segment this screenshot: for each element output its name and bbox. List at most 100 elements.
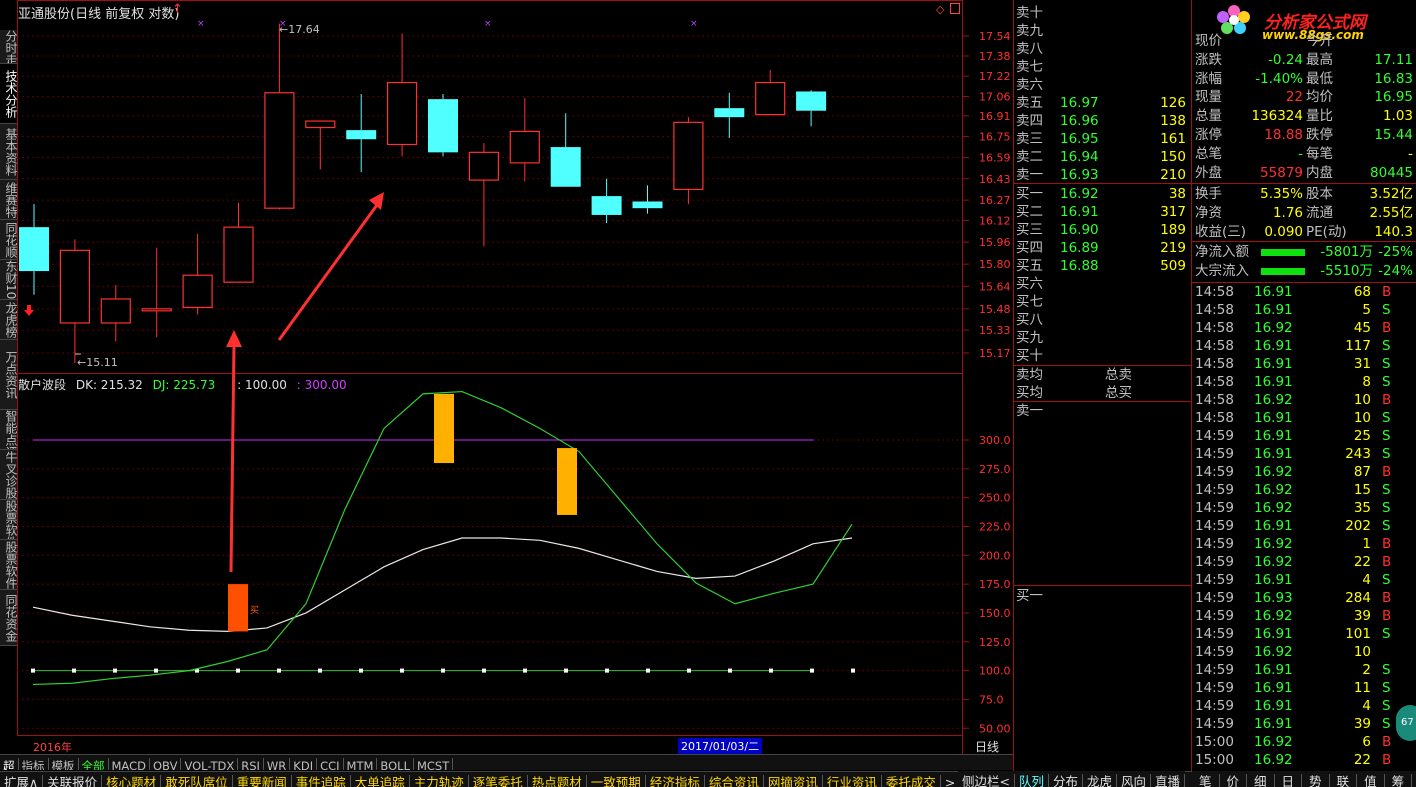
tab-extra[interactable]: 超 bbox=[0, 758, 19, 770]
buy-level-row[interactable]: 买一 16.92 38 bbox=[1013, 185, 1191, 203]
bottom-tab-2[interactable]: 核心题材 bbox=[102, 775, 162, 787]
trade-row[interactable]: 14:59 16.91 25 S bbox=[1192, 427, 1416, 445]
indicator-tab-12[interactable]: MCST bbox=[414, 758, 454, 770]
trade-row[interactable]: 15:00 16.92 22 B bbox=[1192, 751, 1416, 769]
sell-level-row[interactable]: 卖五 16.97 126 bbox=[1013, 94, 1191, 112]
trade-row[interactable]: 14:59 16.92 22 B bbox=[1192, 553, 1416, 571]
sell-level-row[interactable]: 卖六 bbox=[1013, 76, 1191, 94]
period-label[interactable]: 日线 bbox=[975, 738, 999, 755]
bottom-tab-3[interactable]: 敢死队席位 bbox=[161, 775, 233, 787]
trade-tab-4[interactable]: 势 bbox=[1302, 774, 1330, 787]
buy-level-row[interactable]: 买五 16.88 509 bbox=[1013, 257, 1191, 275]
buy-level-row[interactable]: 买八 bbox=[1013, 311, 1191, 329]
sell-level-row[interactable]: 卖七 bbox=[1013, 58, 1191, 76]
left-tab-10[interactable]: 股票软件网 bbox=[0, 500, 17, 540]
sell-level-row[interactable]: 卖十 bbox=[1013, 4, 1191, 22]
left-tab-4[interactable]: 同花顺 bbox=[0, 220, 17, 260]
buy-level-row[interactable]: 买二 16.91 317 bbox=[1013, 203, 1191, 221]
trade-row[interactable]: 14:58 16.92 45 B bbox=[1192, 319, 1416, 337]
left-tab-12[interactable]: 同花资金 bbox=[0, 590, 17, 646]
trade-row[interactable]: 14:58 16.91 10 S bbox=[1192, 409, 1416, 427]
trade-tab-6[interactable]: 值 bbox=[1357, 774, 1385, 787]
indicator-tab-4[interactable]: OBV bbox=[150, 758, 182, 770]
trade-row[interactable]: 14:58 16.91 68 B bbox=[1192, 283, 1416, 301]
left-tab-8[interactable]: 智能点评 bbox=[0, 410, 17, 450]
side-tab-5[interactable]: 直播 bbox=[1151, 774, 1186, 787]
bottom-tab-8[interactable]: 逐笔委托 bbox=[469, 775, 528, 787]
indicator-tab-10[interactable]: MTM bbox=[344, 758, 378, 770]
trade-row[interactable]: 14:59 16.92 10 bbox=[1192, 643, 1416, 661]
left-tab-3[interactable]: 维赛特 bbox=[0, 180, 17, 220]
left-tab-2[interactable]: 基本资料 bbox=[0, 124, 17, 180]
trade-row[interactable]: 14:59 16.92 87 B bbox=[1192, 463, 1416, 481]
trade-tab-0[interactable]: 笔 bbox=[1192, 774, 1220, 787]
bottom-tab-15[interactable]: 委托成交 bbox=[882, 775, 941, 787]
bottom-tab-14[interactable]: 行业资讯 bbox=[823, 775, 882, 787]
sell-level-row[interactable]: 卖一 16.93 210 bbox=[1013, 166, 1191, 184]
left-tab-11[interactable]: 股票软件 bbox=[0, 540, 17, 590]
trade-row[interactable]: 14:59 16.91 101 S bbox=[1192, 625, 1416, 643]
buy1-queue[interactable]: 买一 bbox=[1013, 587, 1191, 605]
bottom-tab-9[interactable]: 热点题材 bbox=[528, 775, 587, 787]
trade-row[interactable]: 14:59 16.91 39 S bbox=[1192, 715, 1416, 733]
sell1-queue[interactable]: 卖一 bbox=[1013, 402, 1191, 420]
left-tab-5[interactable]: 东财10 bbox=[0, 260, 17, 300]
trade-row[interactable]: 14:59 16.91 4 S bbox=[1192, 697, 1416, 715]
trade-row[interactable]: 14:59 16.91 202 S bbox=[1192, 517, 1416, 535]
indicator-tab-11[interactable]: BOLL bbox=[377, 758, 414, 770]
indicator-tab-5[interactable]: VOL-TDX bbox=[181, 758, 239, 770]
bottom-tab-11[interactable]: 经济指标 bbox=[646, 775, 705, 787]
side-tab-1[interactable]: 队列 bbox=[1015, 774, 1049, 787]
side-tab-2[interactable]: 分布 bbox=[1049, 774, 1084, 787]
buy-level-row[interactable]: 买七 bbox=[1013, 293, 1191, 311]
indicator-tab-8[interactable]: KDJ bbox=[290, 758, 318, 770]
trade-row[interactable]: 14:59 16.92 39 B bbox=[1192, 607, 1416, 625]
buy-level-row[interactable]: 买四 16.89 219 bbox=[1013, 239, 1191, 257]
trade-tab-5[interactable]: 联 bbox=[1330, 774, 1358, 787]
bottom-tab-4[interactable]: 重要新闻 bbox=[233, 775, 292, 787]
trade-row[interactable]: 14:58 16.92 10 B bbox=[1192, 391, 1416, 409]
bottom-tab-1[interactable]: 关联报价 bbox=[43, 775, 103, 787]
trade-row[interactable]: 14:59 16.91 4 S bbox=[1192, 571, 1416, 589]
bottom-tab-0[interactable]: 扩展∧ bbox=[0, 775, 44, 787]
buy-level-row[interactable]: 买六 bbox=[1013, 275, 1191, 293]
trade-tab-2[interactable]: 细 bbox=[1247, 774, 1275, 787]
indicator-tab-0[interactable]: 指标 bbox=[19, 758, 49, 770]
left-tab-9[interactable]: 牛叉诊股 bbox=[0, 450, 17, 500]
buy-level-row[interactable]: 买十 bbox=[1013, 347, 1191, 365]
sell-level-row[interactable]: 卖四 16.96 138 bbox=[1013, 112, 1191, 130]
trade-row[interactable]: 14:59 16.92 35 S bbox=[1192, 499, 1416, 517]
left-tab-0[interactable]: 分时走势 bbox=[0, 30, 17, 64]
bottom-tab-6[interactable]: 大单追踪 bbox=[351, 775, 410, 787]
indicator-tab-2[interactable]: 全部 bbox=[79, 758, 109, 770]
bottom-tab-7[interactable]: 主力轨迹 bbox=[410, 775, 469, 787]
trade-row[interactable]: 14:59 16.93 284 B bbox=[1192, 589, 1416, 607]
buy-level-row[interactable]: 买三 16.90 189 bbox=[1013, 221, 1191, 239]
side-badge[interactable]: 67 bbox=[1396, 705, 1416, 741]
left-tab-1[interactable]: 技术分析 bbox=[0, 64, 17, 124]
bottom-tab-5[interactable]: 事件追踪 bbox=[292, 775, 351, 787]
trade-tab-1[interactable]: 价 bbox=[1220, 774, 1248, 787]
trade-row[interactable]: 14:58 16.91 5 S bbox=[1192, 301, 1416, 319]
indicator-tab-3[interactable]: MACD bbox=[109, 758, 150, 770]
buy-level-row[interactable]: 买九 bbox=[1013, 329, 1191, 347]
trade-row[interactable]: 15:00 16.92 6 B bbox=[1192, 733, 1416, 751]
trade-row[interactable]: 14:59 16.92 15 S bbox=[1192, 481, 1416, 499]
trade-tab-3[interactable]: 日 bbox=[1275, 774, 1303, 787]
bottom-tab-10[interactable]: 一致预期 bbox=[587, 775, 646, 787]
sell-level-row[interactable]: 卖三 16.95 161 bbox=[1013, 130, 1191, 148]
trade-row[interactable]: 14:59 16.91 11 S bbox=[1192, 679, 1416, 697]
trade-row[interactable]: 14:59 16.92 1 B bbox=[1192, 535, 1416, 553]
trade-row[interactable]: 14:58 16.91 117 S bbox=[1192, 337, 1416, 355]
trade-tab-7[interactable]: 筹 bbox=[1385, 774, 1413, 787]
bottom-tab-13[interactable]: 网摘资讯 bbox=[764, 775, 823, 787]
sell-level-row[interactable]: 卖二 16.94 150 bbox=[1013, 148, 1191, 166]
side-tab-0[interactable]: 侧边栏< bbox=[958, 774, 1015, 787]
left-tab-7[interactable]: 万点资讯 bbox=[0, 340, 17, 410]
left-tab-6[interactable]: 龙虎榜 bbox=[0, 300, 17, 340]
sell-level-row[interactable]: 卖八 bbox=[1013, 40, 1191, 58]
trade-row[interactable]: 14:58 16.91 31 S bbox=[1192, 355, 1416, 373]
indicator-tab-7[interactable]: WR bbox=[264, 758, 291, 770]
bottom-tab-12[interactable]: 综合资讯 bbox=[705, 775, 764, 787]
indicator-tab-9[interactable]: CCI bbox=[317, 758, 344, 770]
